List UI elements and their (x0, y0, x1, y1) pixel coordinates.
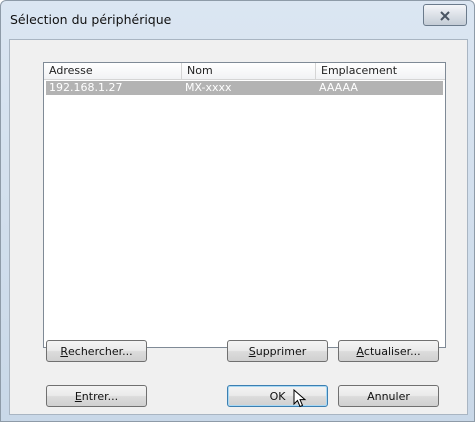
title-bar[interactable]: Sélection du périphérique (1, 1, 474, 39)
column-header-name[interactable]: Nom (182, 63, 316, 79)
column-header-address[interactable]: Adresse (44, 63, 182, 79)
delete-button-label: upprimer (255, 344, 307, 358)
refresh-button[interactable]: Actualiser... (338, 340, 439, 362)
delete-button[interactable]: Supprimer (227, 340, 328, 362)
ok-button[interactable]: OK (227, 385, 328, 407)
ok-button-label: OK (269, 389, 286, 403)
search-button-label: echercher... (68, 344, 133, 358)
enter-button-mnemonic: E (74, 389, 82, 403)
table-row[interactable]: 192.168.1.27 MX-xxxx AAAAA (46, 81, 443, 95)
mouse-cursor-icon (293, 388, 311, 413)
close-button[interactable] (423, 4, 467, 26)
enter-button[interactable]: Entrer... (46, 385, 147, 407)
delete-button-mnemonic: S (248, 344, 256, 358)
device-list[interactable]: Adresse Nom Emplacement machine 192.168.… (43, 62, 446, 348)
dialog-body: Adresse Nom Emplacement machine 192.168.… (9, 39, 468, 415)
cancel-button-label: Annuler (367, 389, 410, 403)
cell-address: 192.168.1.27 (49, 81, 123, 94)
close-icon (439, 6, 451, 25)
cancel-button[interactable]: Annuler (338, 385, 439, 407)
search-button[interactable]: Rechercher... (46, 340, 147, 362)
cell-location: AAAAA (319, 81, 358, 94)
column-header-location[interactable]: Emplacement machine (316, 63, 445, 93)
list-header: Adresse Nom Emplacement machine (44, 63, 445, 93)
refresh-button-label: ctualiser... (363, 344, 421, 358)
enter-button-label: ntrer... (81, 389, 119, 403)
dialog-title: Sélection du périphérique (10, 12, 172, 27)
search-button-mnemonic: R (60, 344, 69, 358)
device-selection-dialog: Sélection du périphérique Adresse Nom Em… (0, 0, 475, 422)
refresh-button-mnemonic: A (356, 344, 364, 358)
cell-name: MX-xxxx (185, 81, 232, 94)
